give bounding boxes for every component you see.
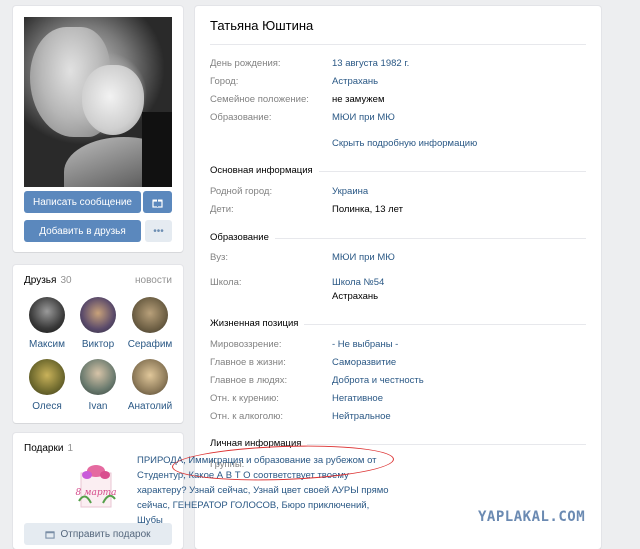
friends-block: Друзья 30 новости Максим Виктор Серафим О…: [13, 265, 183, 423]
school-link[interactable]: Школа №54: [332, 277, 384, 288]
friend-item[interactable]: Олеся: [22, 359, 72, 412]
gifts-count: 1: [67, 443, 74, 454]
friend-avatar: [29, 359, 65, 395]
worldview-link[interactable]: - Не выбраны -: [332, 339, 398, 350]
add-friend-button[interactable]: Добавить в друзья: [24, 220, 141, 242]
hometown-link[interactable]: Украина: [332, 186, 368, 197]
watermark: YAPLAKAL.COM: [478, 509, 586, 525]
gift-icon: [152, 198, 163, 208]
alcohol-link[interactable]: Нейтральное: [332, 411, 391, 422]
friend-avatar: [29, 297, 65, 333]
friend-item[interactable]: Анатолий: [125, 359, 175, 412]
friend-name: Анатолий: [127, 401, 173, 412]
friend-name: Олеся: [32, 401, 62, 412]
friends-title[interactable]: Друзья 30: [24, 275, 72, 286]
profile-avatar[interactable]: [24, 17, 172, 187]
education-link[interactable]: МЮИ при МЮ: [332, 112, 395, 123]
svg-text:8 марта: 8 марта: [75, 488, 116, 498]
birthday-link[interactable]: 13 августа 1982 г.: [332, 58, 409, 69]
friend-item[interactable]: Серафим: [125, 297, 175, 350]
section-education: Образование: [210, 232, 275, 243]
section-main-info: Основная информация: [210, 165, 319, 176]
friend-avatar: [80, 359, 116, 395]
smoking-link[interactable]: Негативное: [332, 393, 383, 404]
hide-details-link[interactable]: Скрыть подробную информацию: [332, 138, 477, 149]
gift-card-image[interactable]: 8 марта: [71, 461, 123, 513]
divider: [210, 44, 586, 45]
send-gift-icon-button[interactable]: [143, 191, 172, 213]
friend-avatar: [132, 359, 168, 395]
gift-icon: [45, 531, 56, 539]
university-link[interactable]: МЮИ при МЮ: [332, 252, 395, 263]
friend-name: Ivan: [88, 401, 108, 412]
friend-name: Максим: [29, 339, 65, 350]
gifts-title[interactable]: Подарки 1: [24, 443, 73, 454]
profile-name: Татьяна Юштина: [210, 18, 314, 33]
friend-avatar: [132, 297, 168, 333]
section-life-position: Жизненная позиция: [210, 318, 305, 329]
friend-item[interactable]: Максим: [22, 297, 72, 350]
friends-news-link[interactable]: новости: [135, 275, 172, 286]
relationship-value: не замужем: [332, 94, 385, 105]
life-main-link[interactable]: Саморазвитие: [332, 357, 396, 368]
write-message-button[interactable]: Написать сообщение: [24, 191, 141, 213]
friend-avatar: [80, 297, 116, 333]
city-link[interactable]: Астрахань: [332, 76, 378, 87]
friend-name: Виктор: [81, 339, 115, 350]
friends-count: 30: [60, 275, 72, 286]
more-actions-button[interactable]: •••: [145, 220, 172, 242]
friend-name: Серафим: [127, 339, 173, 350]
friend-item[interactable]: Виктор: [73, 297, 123, 350]
school-city: Астрахань: [332, 291, 379, 302]
friend-item[interactable]: Ivan: [73, 359, 123, 412]
people-main-link[interactable]: Доброта и честность: [332, 375, 424, 386]
profile-photo-card: Написать сообщение Добавить в друзья •••: [13, 6, 183, 252]
children-value: Полинка, 13 лет: [332, 204, 403, 215]
